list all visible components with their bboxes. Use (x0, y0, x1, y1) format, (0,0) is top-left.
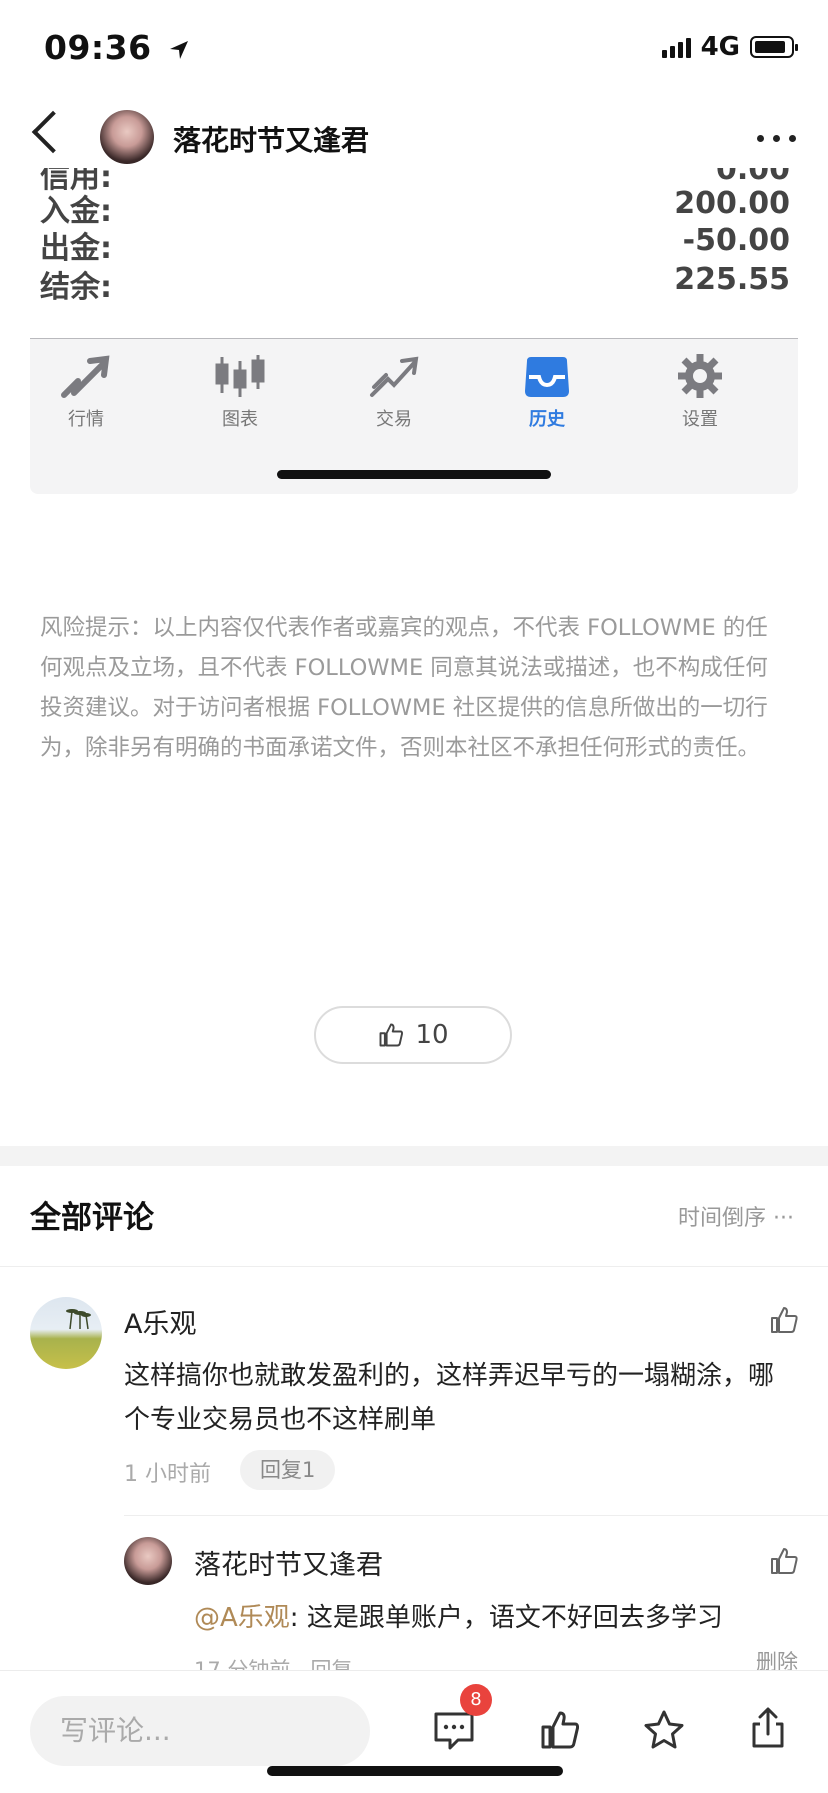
commenter-name[interactable]: A乐观 (124, 1302, 196, 1341)
palm-tree-icon (66, 1309, 91, 1330)
account-summary-image: 信用: 0.00 入金: 200.00 出金: -50.00 结余: 225.55 (0, 168, 828, 340)
reply-author-name[interactable]: 落花时节又逢君 (194, 1543, 383, 1582)
inbox-tray-icon (525, 357, 569, 397)
reply-avatar[interactable] (124, 1537, 172, 1585)
share-icon[interactable] (746, 1706, 790, 1750)
acct-row-withdrawal: 出金: -50.00 (40, 223, 790, 266)
comment-time: 1 小时前 (124, 1462, 211, 1487)
comment-count-badge: 8 (460, 1684, 492, 1716)
author-name[interactable]: 落花时节又逢君 (173, 119, 369, 159)
back-icon[interactable] (31, 110, 75, 154)
status-time: 09:36 (44, 28, 190, 67)
comment-text: 这样搞你也就敢发盈利的，这样弄迟早亏的一塌糊涂，哪个专业交易员也不这样刷单 (124, 1361, 775, 1435)
risk-disclaimer: 风险提示：以上内容仅代表作者或嘉宾的观点，不代表 FOLLOWME 的任何观点及… (40, 615, 768, 761)
comment-like-icon[interactable] (768, 1304, 800, 1336)
thumbs-up-icon (379, 1023, 404, 1047)
section-divider (0, 1146, 828, 1166)
comments-title: 全部评论 (30, 1200, 154, 1236)
comments-divider (0, 1266, 828, 1267)
reply-time: 17 分钟前 (194, 1658, 291, 1670)
like-button[interactable]: 10 (314, 1006, 512, 1064)
comment-reply-button[interactable]: 回复1 (240, 1450, 336, 1490)
trend-arrow-icon (61, 355, 110, 398)
network-label: 4G (700, 32, 740, 62)
clock-text: 09:36 (44, 28, 152, 67)
reply-body: : 这是跟单账户，语文不好回去多学习 (289, 1603, 723, 1633)
comments-sort-button[interactable]: 时间倒序 ··· (678, 1200, 794, 1232)
status-indicators: 4G (661, 32, 798, 62)
like-count: 10 (415, 1020, 449, 1050)
acct-row-balance: 结余: 225.55 (40, 262, 790, 305)
reply-reply-button[interactable]: 回复 (310, 1658, 352, 1670)
reply-divider (124, 1515, 828, 1516)
location-arrow-icon (169, 41, 188, 59)
tab-history: 历史 (497, 353, 597, 431)
star-icon[interactable] (642, 1708, 686, 1752)
tab-settings: 设置 (650, 353, 750, 431)
tab-trade: 交易 (344, 353, 444, 431)
author-avatar[interactable] (100, 110, 154, 164)
candlestick-icon (215, 355, 265, 397)
commenter-avatar[interactable] (30, 1297, 102, 1369)
cell-signal-icon (661, 36, 691, 58)
reply-like-icon[interactable] (768, 1545, 800, 1577)
thumbs-up-icon[interactable] (538, 1708, 582, 1752)
home-indicator (267, 1766, 563, 1776)
more-options-icon[interactable] (757, 135, 796, 142)
tab-quotes: 行情 (36, 353, 136, 431)
reply-mention[interactable]: @A乐观 (194, 1603, 290, 1633)
reply-meta: 17 分钟前 回复 (194, 1654, 352, 1670)
embedded-home-indicator (277, 470, 551, 479)
trade-chart-icon (370, 356, 419, 397)
reply-text: @A乐观: 这是跟单账户，语文不好回去多学习 (194, 1597, 723, 1634)
write-comment-input[interactable]: 写评论... (30, 1696, 370, 1766)
tab-charts: 图表 (190, 353, 290, 431)
gear-icon (678, 354, 722, 398)
battery-icon (750, 36, 798, 58)
